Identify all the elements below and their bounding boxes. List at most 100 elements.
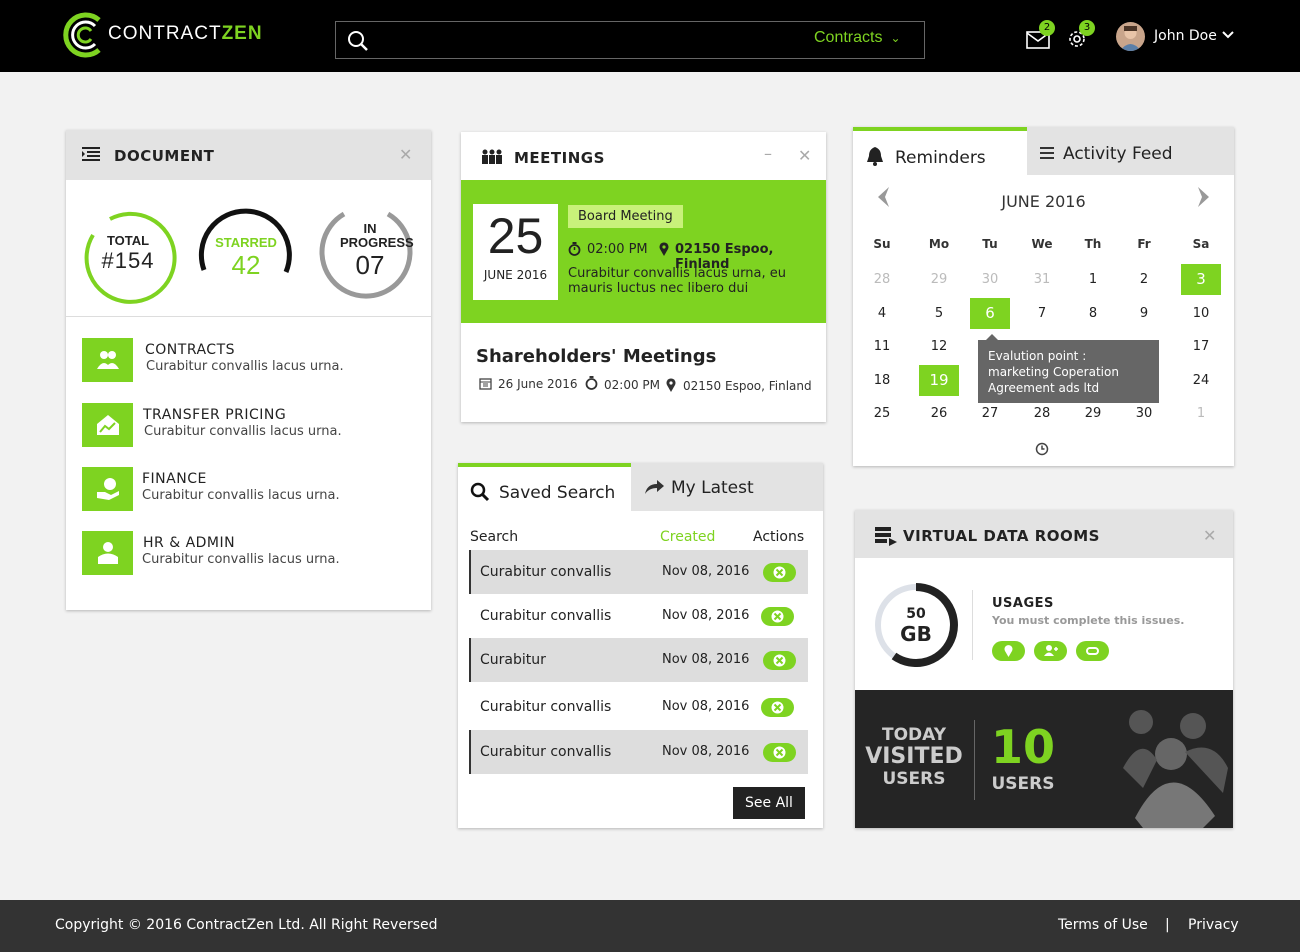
meeting-time: 02:00 PM: [587, 242, 648, 257]
list-item[interactable]: FINANCE Curabitur convallis lacus urna.: [82, 467, 412, 513]
logo[interactable]: CONTRACTZEN: [63, 10, 263, 60]
close-icon[interactable]: ✕: [399, 145, 412, 164]
close-icon[interactable]: ✕: [1203, 526, 1216, 545]
list-item-sub: Curabitur convallis lacus urna.: [142, 488, 340, 503]
meeting-description: Curabitur convallis lacus urna, eu mauri…: [568, 266, 786, 296]
tab-my-latest[interactable]: My Latest: [631, 463, 823, 511]
calendar-day[interactable]: 9: [1125, 300, 1163, 328]
saved-search-card: Saved Search My Latest Search Created Ac…: [458, 463, 823, 828]
terms-link[interactable]: Terms of Use: [1058, 917, 1148, 933]
calendar-day[interactable]: 26: [920, 400, 958, 428]
weekday-label: Mo: [928, 237, 950, 251]
table-row[interactable]: Curabitur convallis Nov 08, 2016: [469, 685, 808, 729]
calendar-day[interactable]: 25: [863, 400, 901, 428]
add-user-icon: [1044, 645, 1058, 656]
calendar-day[interactable]: 28: [1023, 400, 1061, 428]
chevron-right-icon[interactable]: [1196, 186, 1212, 208]
calendar-day[interactable]: 8: [1074, 300, 1112, 328]
add-user-button[interactable]: [1034, 641, 1067, 661]
meeting-location: 02150 Espoo, Finland: [683, 379, 812, 393]
meeting-title[interactable]: Shareholders' Meetings: [476, 346, 716, 367]
divider: [972, 590, 973, 660]
calendar-day[interactable]: 28: [863, 266, 901, 294]
top-bar: CONTRACTZEN Contracts ⌄ 2 3 John Doe: [0, 0, 1300, 72]
calendar-day[interactable]: 3: [1181, 264, 1221, 295]
calendar-day[interactable]: 31: [1023, 266, 1061, 294]
column-header[interactable]: Created: [660, 529, 715, 545]
meeting-date: 26 June 2016: [498, 377, 578, 391]
calendar-day[interactable]: 10: [1182, 300, 1220, 328]
mail-badge: 2: [1039, 20, 1055, 36]
weekday-label: Th: [1084, 237, 1102, 251]
meetings-card: MEETINGS – ✕ 25 JUNE 2016 Board Meeting …: [461, 132, 826, 422]
delete-button[interactable]: [761, 607, 794, 626]
calendar-day[interactable]: 29: [920, 266, 958, 294]
calendar-day[interactable]: 12: [920, 333, 958, 361]
calendar-day[interactable]: 24: [1182, 367, 1220, 395]
delete-button[interactable]: [763, 563, 796, 582]
tab-activity-feed[interactable]: Activity Feed: [1027, 127, 1234, 175]
list-item-sub: Curabitur convallis lacus urna.: [142, 552, 340, 567]
weekday-label: Fr: [1137, 237, 1151, 251]
delete-button[interactable]: [763, 651, 796, 670]
meeting-tag: Board Meeting: [568, 205, 683, 228]
users-label: USERS: [991, 774, 1055, 794]
footer-separator: |: [1165, 917, 1170, 933]
list-item[interactable]: CONTRACTS Curabitur convallis lacus urna…: [82, 338, 412, 384]
calendar-tooltip: Evalution point : marketing Coperation A…: [978, 340, 1159, 403]
calendar-day[interactable]: 4: [863, 300, 901, 328]
clock-icon[interactable]: [1035, 442, 1049, 456]
copyright-text: Copyright © 2016 ContractZen Ltd. All Ri…: [55, 917, 438, 933]
search-bar[interactable]: Contracts ⌄: [335, 21, 925, 59]
chevron-down-icon[interactable]: [1222, 30, 1234, 40]
calendar-day[interactable]: 17: [1182, 333, 1220, 361]
calendar-day[interactable]: 1: [1182, 400, 1220, 428]
calendar-day[interactable]: 29: [1074, 400, 1112, 428]
calendar-day[interactable]: 7: [1023, 300, 1061, 328]
delete-button[interactable]: [761, 698, 794, 717]
card-title: VIRTUAL DATA ROOMS: [903, 527, 1100, 545]
tab-saved-search[interactable]: Saved Search: [458, 463, 631, 511]
user-name[interactable]: John Doe: [1154, 28, 1217, 44]
link-button[interactable]: [1076, 641, 1109, 661]
share-arrow-icon: [645, 480, 664, 494]
usage-note: You must complete this issues.: [992, 614, 1185, 627]
calendar-day[interactable]: 5: [920, 300, 958, 328]
stopwatch-icon: [568, 242, 581, 256]
column-header[interactable]: Search: [470, 529, 518, 545]
calendar-day[interactable]: 1: [1074, 266, 1112, 294]
users-icon: [82, 338, 133, 382]
calendar-day[interactable]: 6: [970, 298, 1010, 329]
list-item[interactable]: HR & ADMIN Curabitur convallis lacus urn…: [82, 531, 412, 577]
calendar-day[interactable]: 18: [863, 367, 901, 395]
calendar-day[interactable]: 2: [1125, 266, 1163, 294]
calendar-day[interactable]: 30: [1125, 400, 1163, 428]
divider: [66, 316, 431, 317]
calendar-day[interactable]: 19: [919, 365, 959, 396]
footer: Copyright © 2016 ContractZen Ltd. All Ri…: [0, 900, 1300, 952]
table-row[interactable]: Curabitur Nov 08, 2016: [469, 638, 808, 682]
delete-button[interactable]: [763, 743, 796, 762]
minimize-icon[interactable]: –: [764, 144, 772, 163]
featured-meeting[interactable]: 25 JUNE 2016 Board Meeting 02:00 PM 0215…: [461, 180, 826, 323]
calendar-day[interactable]: 11: [863, 333, 901, 361]
see-all-button[interactable]: See All: [733, 787, 805, 819]
progress-stat: IN PROGRESS 07: [340, 221, 414, 281]
location-pin-icon: [659, 242, 669, 256]
list-item-title: HR & ADMIN: [143, 535, 236, 551]
weekday-label: We: [1031, 237, 1053, 251]
location-button[interactable]: [992, 641, 1025, 661]
list-item[interactable]: TRANSFER PRICING Curabitur convallis lac…: [82, 403, 412, 449]
close-icon[interactable]: ✕: [798, 146, 811, 165]
avatar[interactable]: [1116, 22, 1145, 51]
table-row[interactable]: Curabitur convallis Nov 08, 2016: [469, 730, 808, 774]
meeting-icon: [482, 149, 502, 164]
tab-reminders[interactable]: Reminders: [853, 127, 1027, 175]
privacy-link[interactable]: Privacy: [1188, 917, 1239, 933]
search-icon[interactable]: [346, 29, 370, 53]
search-scope-select[interactable]: Contracts ⌄: [814, 29, 901, 47]
table-row[interactable]: Curabitur convallis Nov 08, 2016: [469, 594, 808, 638]
calendar-day[interactable]: 30: [971, 266, 1009, 294]
table-row[interactable]: Curabitur convallis Nov 08, 2016: [469, 550, 808, 594]
calendar-day[interactable]: 27: [971, 400, 1009, 428]
